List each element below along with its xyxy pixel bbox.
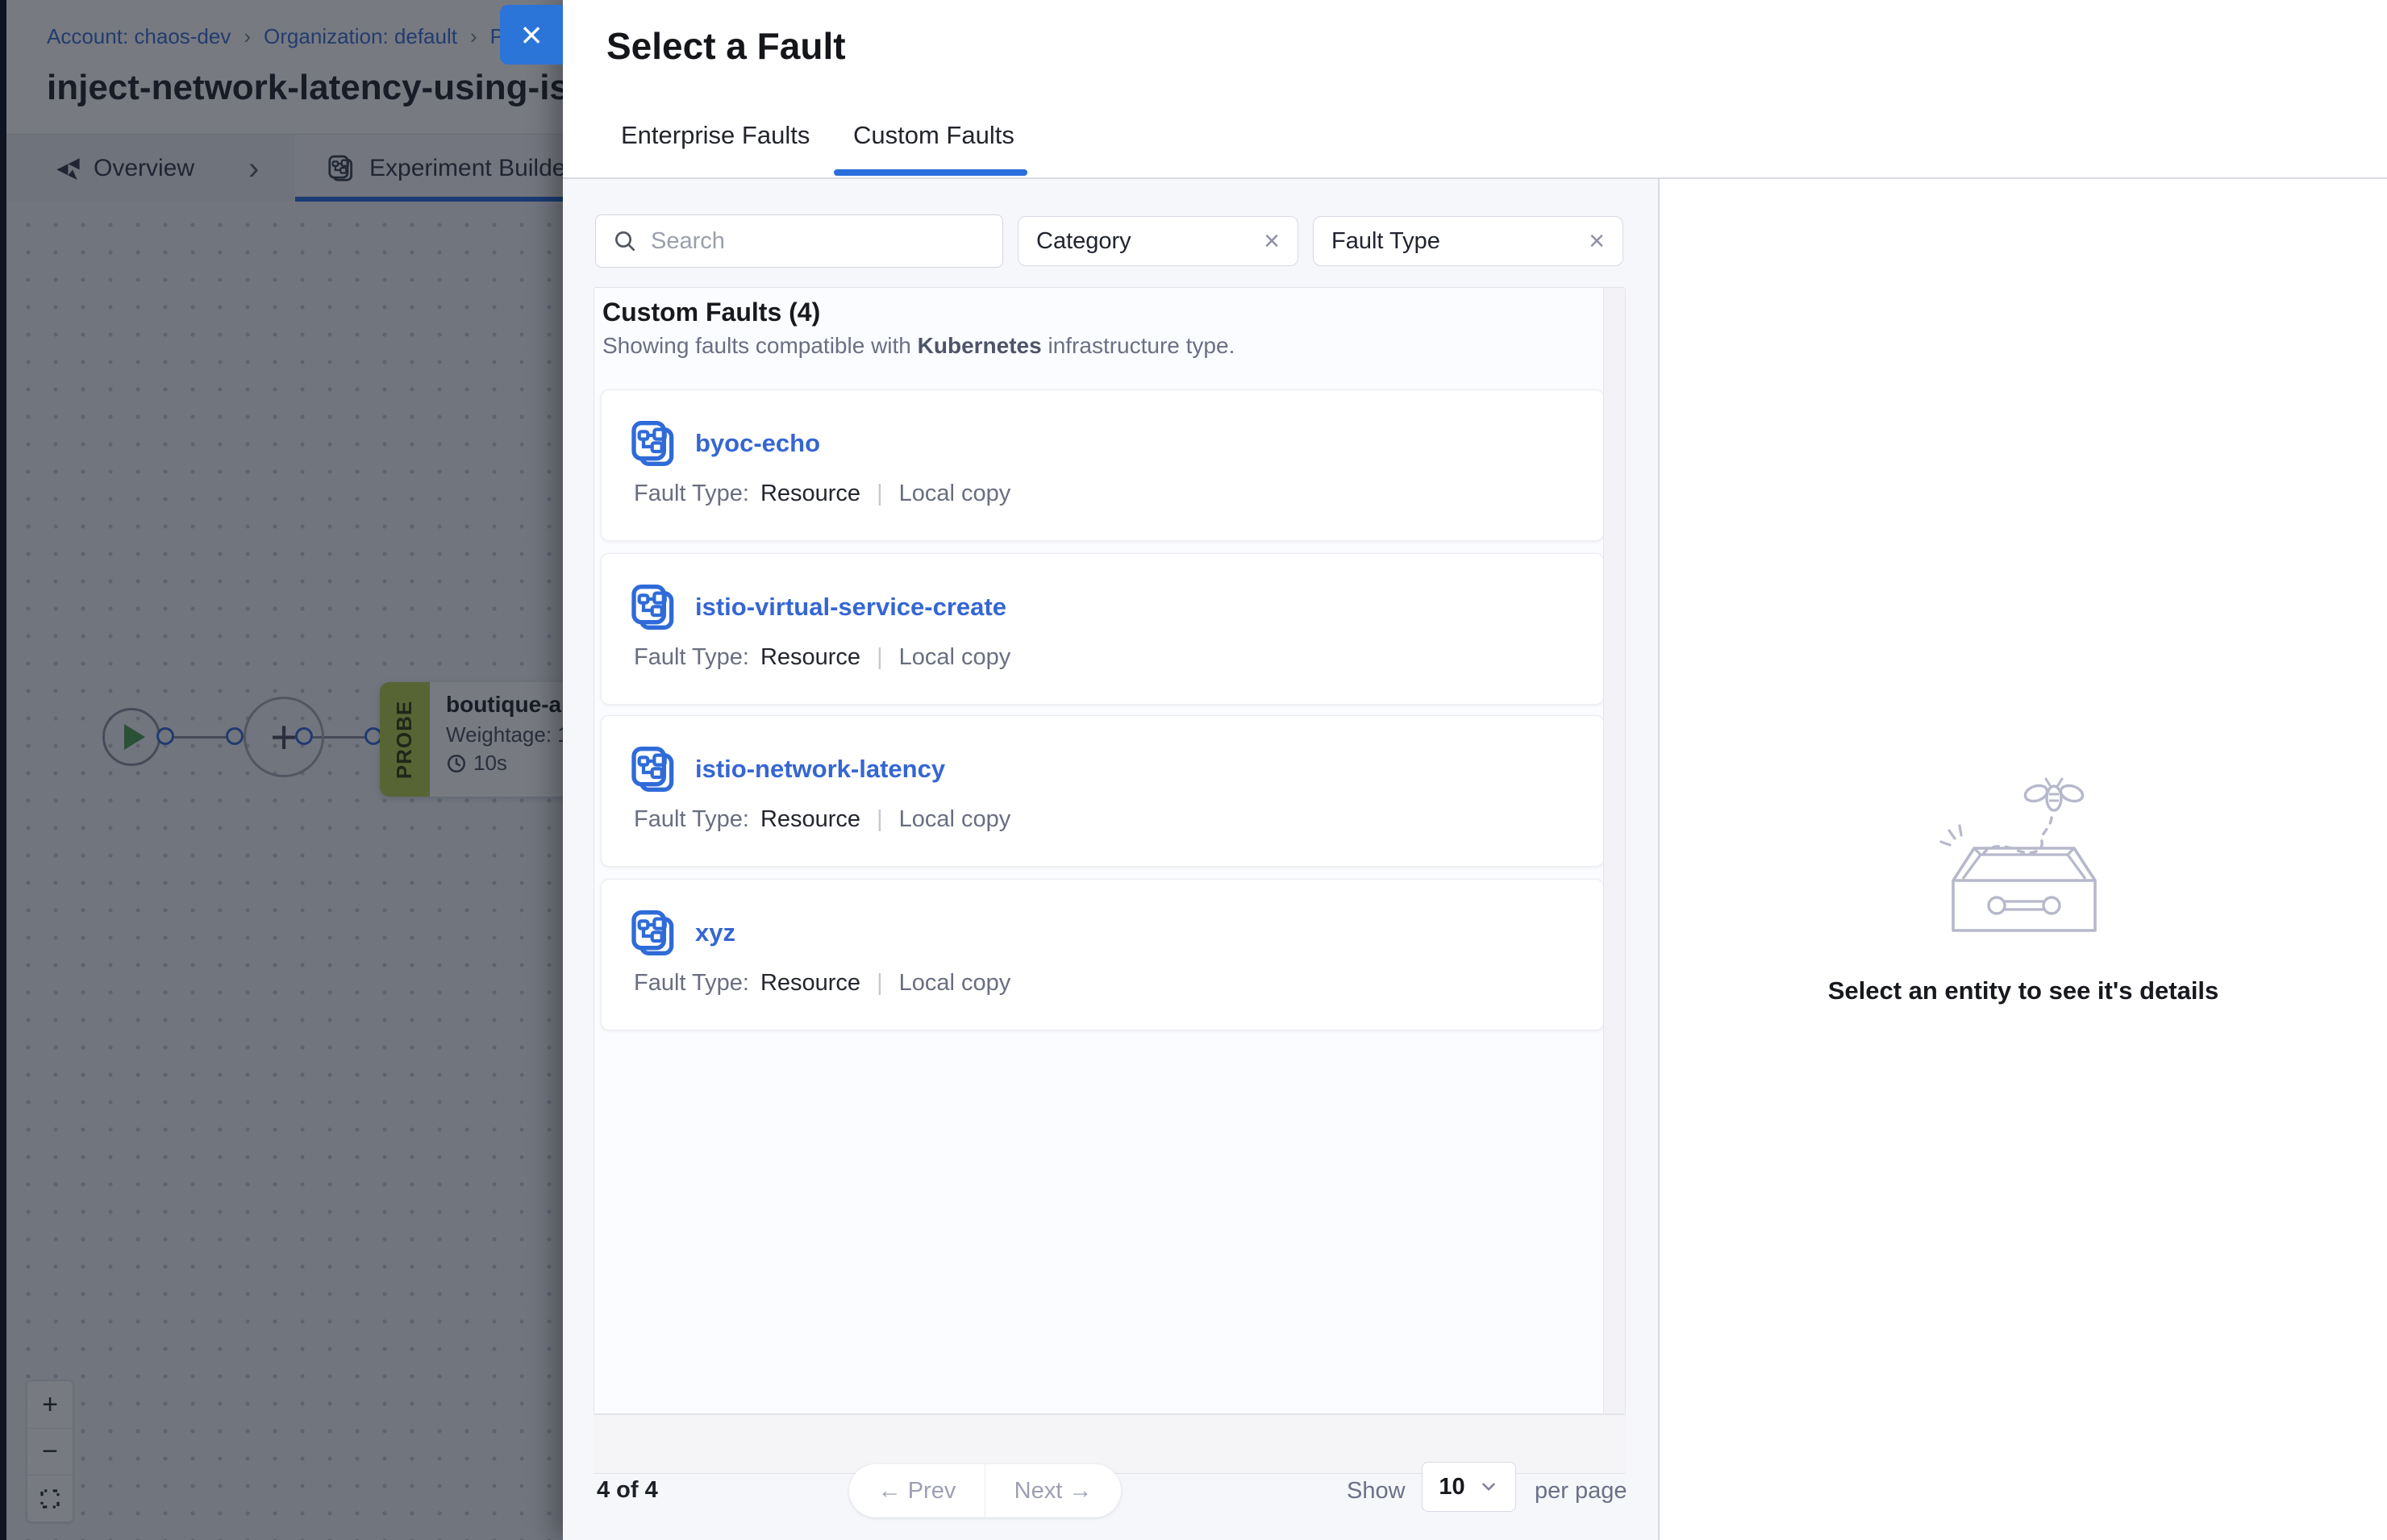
tab-custom-faults[interactable]: Custom Faults xyxy=(853,121,1014,150)
next-button[interactable]: Next → xyxy=(985,1464,1121,1517)
fault-card[interactable]: istio-network-latency Fault Type: Resour… xyxy=(601,715,1604,867)
search-placeholder: Search xyxy=(651,228,725,255)
drawer-close-button[interactable]: × xyxy=(500,5,563,65)
vertical-scrollbar[interactable] xyxy=(1603,288,1625,1413)
fault-name-link[interactable]: byoc-echo xyxy=(695,429,820,458)
fault-meta: Fault Type: Resource | Local copy xyxy=(634,806,1010,833)
details-panel: Select an entity to see it's details xyxy=(1660,179,2387,1540)
tab-enterprise-faults[interactable]: Enterprise Faults xyxy=(621,121,810,150)
fault-meta: Fault Type: Resource | Local copy xyxy=(634,970,1010,997)
per-page-label: per page xyxy=(1535,1478,1627,1505)
clear-fault-type-icon[interactable]: × xyxy=(1589,227,1605,255)
fault-list-panel: Search Category × Fault Type × Custom Fa… xyxy=(563,179,1658,1540)
filter-fault-type[interactable]: Fault Type × xyxy=(1313,216,1623,266)
show-label: Show xyxy=(1347,1478,1406,1505)
fault-name-link[interactable]: istio-virtual-service-create xyxy=(695,593,1006,622)
page-size-value: 10 xyxy=(1439,1474,1464,1500)
search-icon xyxy=(612,228,638,254)
filter-category-label: Category xyxy=(1036,228,1131,255)
empty-state-text: Select an entity to see it's details xyxy=(1741,976,2306,1005)
custom-fault-icon xyxy=(627,743,679,795)
custom-fault-icon xyxy=(627,581,679,633)
empty-state: Select an entity to see it's details xyxy=(1741,768,2306,1005)
page-size-select[interactable]: 10 xyxy=(1422,1462,1516,1512)
pagination-buttons: ← Prev Next → xyxy=(849,1464,1121,1517)
fault-card[interactable]: xyz Fault Type: Resource | Local copy xyxy=(601,879,1604,1030)
fault-card[interactable]: istio-virtual-service-create Fault Type:… xyxy=(601,553,1604,705)
drawer-title: Select a Fault xyxy=(606,24,846,68)
select-fault-drawer: × Select a Fault Enterprise Faults Custo… xyxy=(563,0,2387,1540)
fault-card[interactable]: byoc-echo Fault Type: Resource | Local c… xyxy=(601,389,1604,541)
fault-meta: Fault Type: Resource | Local copy xyxy=(634,481,1010,507)
custom-fault-icon xyxy=(627,907,679,959)
active-tab-underline xyxy=(834,169,1027,176)
custom-fault-icon xyxy=(627,418,679,469)
prev-button[interactable]: ← Prev xyxy=(849,1464,985,1517)
filter-category[interactable]: Category × xyxy=(1018,216,1298,266)
filter-fault-type-label: Fault Type xyxy=(1331,228,1440,255)
pagination-count: 4 of 4 xyxy=(597,1477,658,1504)
empty-box-illustration xyxy=(1923,768,2124,945)
search-input[interactable]: Search xyxy=(595,214,1003,268)
list-subtitle: Showing faults compatible with Kubernete… xyxy=(602,333,1235,359)
clear-category-icon[interactable]: × xyxy=(1264,227,1280,255)
screen: Account: chaos-dev › Organization: defau… xyxy=(0,0,2387,1540)
close-icon: × xyxy=(521,16,543,53)
fault-meta: Fault Type: Resource | Local copy xyxy=(634,644,1010,671)
fault-name-link[interactable]: xyz xyxy=(695,918,735,947)
chevron-down-icon xyxy=(1478,1476,1499,1497)
fault-list-container: Custom Faults (4) Showing faults compati… xyxy=(594,287,1626,1414)
list-heading: Custom Faults (4) xyxy=(602,298,820,327)
fault-name-link[interactable]: istio-network-latency xyxy=(695,755,945,784)
